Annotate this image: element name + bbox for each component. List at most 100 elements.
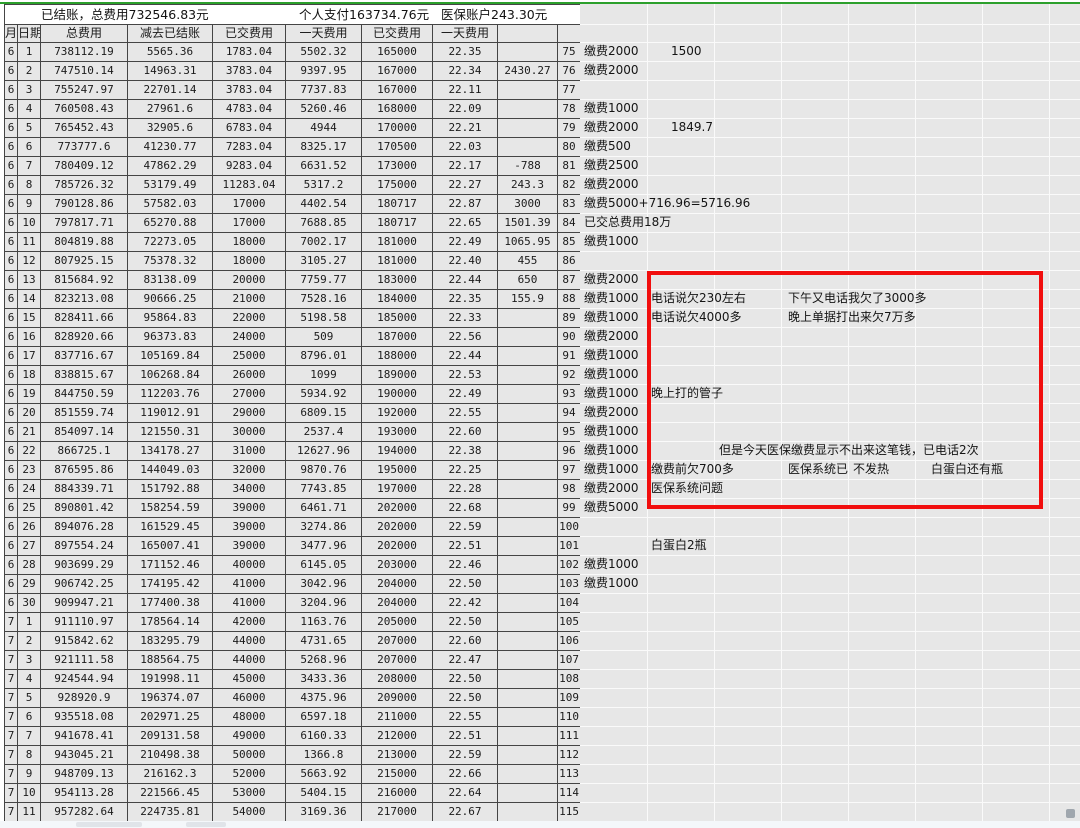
cell-day-cost[interactable]: 3169.36 (286, 803, 362, 822)
cell-minus-settled[interactable]: 188564.75 (128, 651, 213, 670)
cell-minus-settled[interactable]: 183295.79 (128, 632, 213, 651)
note-cell[interactable]: 缴费2000 (584, 175, 639, 194)
cell-month[interactable]: 6 (5, 594, 18, 613)
cell-paid[interactable]: 24000 (213, 328, 286, 347)
cell-extra[interactable] (498, 594, 558, 613)
cell-month[interactable]: 7 (5, 651, 18, 670)
cell-extra[interactable] (498, 480, 558, 499)
cell-day-cost[interactable]: 7002.17 (286, 233, 362, 252)
cell-month[interactable]: 6 (5, 347, 18, 366)
cell-paid-2[interactable]: 167000 (362, 81, 433, 100)
cell-paid[interactable]: 39000 (213, 537, 286, 556)
cell-paid[interactable]: 39000 (213, 499, 286, 518)
cell-month[interactable]: 6 (5, 385, 18, 404)
cell-day-cost[interactable]: 12627.96 (286, 442, 362, 461)
cell-day[interactable]: 8 (18, 176, 41, 195)
cell-day-cost-2[interactable]: 22.17 (433, 157, 498, 176)
cell-total[interactable]: 765452.43 (41, 119, 128, 138)
cell-minus-settled[interactable]: 105169.84 (128, 347, 213, 366)
cell-paid[interactable]: 3783.04 (213, 62, 286, 81)
cell-paid[interactable]: 27000 (213, 385, 286, 404)
cell-minus-settled[interactable]: 75378.32 (128, 252, 213, 271)
cell-extra[interactable] (498, 765, 558, 784)
cell-day-cost[interactable]: 6631.52 (286, 157, 362, 176)
cell-paid-2[interactable]: 175000 (362, 176, 433, 195)
cell-day[interactable]: 27 (18, 537, 41, 556)
cell-total[interactable]: 790128.86 (41, 195, 128, 214)
cell-paid-2[interactable]: 190000 (362, 385, 433, 404)
cell-day-cost-2[interactable]: 22.68 (433, 499, 498, 518)
cell-minus-settled[interactable]: 41230.77 (128, 138, 213, 157)
cell-extra[interactable]: -788 (498, 157, 558, 176)
cell-extra[interactable] (498, 632, 558, 651)
cell-extra[interactable] (498, 689, 558, 708)
cell-day[interactable]: 8 (18, 746, 41, 765)
cell-month[interactable]: 6 (5, 366, 18, 385)
cell-paid-2[interactable]: 183000 (362, 271, 433, 290)
cell-row-number[interactable]: 84 (558, 214, 581, 233)
cell-day[interactable]: 7 (18, 727, 41, 746)
cell-month[interactable]: 6 (5, 100, 18, 119)
cell-month[interactable]: 6 (5, 252, 18, 271)
cell-minus-settled[interactable]: 14963.31 (128, 62, 213, 81)
cell-paid[interactable]: 34000 (213, 480, 286, 499)
cell-month[interactable]: 7 (5, 689, 18, 708)
cell-extra[interactable] (498, 385, 558, 404)
cell-paid-2[interactable]: 181000 (362, 252, 433, 271)
cell-total[interactable]: 894076.28 (41, 518, 128, 537)
cell-minus-settled[interactable]: 121550.31 (128, 423, 213, 442)
note-cell[interactable]: 缴费1000 (584, 384, 639, 403)
cell-total[interactable]: 909947.21 (41, 594, 128, 613)
cell-day[interactable]: 16 (18, 328, 41, 347)
cell-paid[interactable]: 49000 (213, 727, 286, 746)
cell-paid[interactable]: 46000 (213, 689, 286, 708)
cell-paid[interactable]: 7283.04 (213, 138, 286, 157)
cell-paid[interactable]: 53000 (213, 784, 286, 803)
cell-row-number[interactable]: 85 (558, 233, 581, 252)
cell-minus-settled[interactable]: 134178.27 (128, 442, 213, 461)
cell-paid-2[interactable]: 207000 (362, 651, 433, 670)
note-cell[interactable]: 缴费2000 (584, 61, 639, 80)
cell-day-cost-2[interactable]: 22.09 (433, 100, 498, 119)
cell-paid[interactable]: 25000 (213, 347, 286, 366)
cell-row-number[interactable]: 78 (558, 100, 581, 119)
cell-month[interactable]: 6 (5, 119, 18, 138)
cell-paid-2[interactable]: 180717 (362, 195, 433, 214)
cell-day-cost-2[interactable]: 22.34 (433, 62, 498, 81)
cell-paid-2[interactable]: 204000 (362, 594, 433, 613)
cell-paid[interactable]: 54000 (213, 803, 286, 822)
cell-row-number[interactable]: 114 (558, 784, 581, 803)
cell-day-cost[interactable]: 1163.76 (286, 613, 362, 632)
cell-day-cost-2[interactable]: 22.59 (433, 518, 498, 537)
cell-day-cost[interactable]: 1366.8 (286, 746, 362, 765)
cell-extra[interactable] (498, 556, 558, 575)
cell-extra[interactable] (498, 784, 558, 803)
cell-minus-settled[interactable]: 112203.76 (128, 385, 213, 404)
cell-minus-settled[interactable]: 202971.25 (128, 708, 213, 727)
cell-paid-2[interactable]: 185000 (362, 309, 433, 328)
cell-day-cost-2[interactable]: 22.46 (433, 556, 498, 575)
cell-row-number[interactable]: 86 (558, 252, 581, 271)
cell-row-number[interactable]: 102 (558, 556, 581, 575)
cell-minus-settled[interactable]: 95864.83 (128, 309, 213, 328)
cell-day[interactable]: 29 (18, 575, 41, 594)
cell-total[interactable]: 911110.97 (41, 613, 128, 632)
cell-total[interactable]: 897554.24 (41, 537, 128, 556)
note-cell[interactable]: 缴费1000 (584, 365, 639, 384)
cell-day[interactable]: 4 (18, 100, 41, 119)
cell-row-number[interactable]: 98 (558, 480, 581, 499)
note-cell[interactable]: 1849.7 (671, 118, 713, 137)
cell-row-number[interactable]: 110 (558, 708, 581, 727)
cell-day[interactable]: 13 (18, 271, 41, 290)
note-cell[interactable]: 缴费2000 (584, 327, 639, 346)
cell-month[interactable]: 6 (5, 404, 18, 423)
cell-minus-settled[interactable]: 65270.88 (128, 214, 213, 233)
cell-extra[interactable] (498, 442, 558, 461)
cell-month[interactable]: 6 (5, 62, 18, 81)
column-header-day-cost-2[interactable]: 一天费用 (433, 25, 498, 43)
cell-day-cost-2[interactable]: 22.03 (433, 138, 498, 157)
cell-day-cost[interactable]: 5198.58 (286, 309, 362, 328)
cell-paid-2[interactable]: 193000 (362, 423, 433, 442)
cell-day[interactable]: 14 (18, 290, 41, 309)
cell-paid[interactable]: 17000 (213, 195, 286, 214)
